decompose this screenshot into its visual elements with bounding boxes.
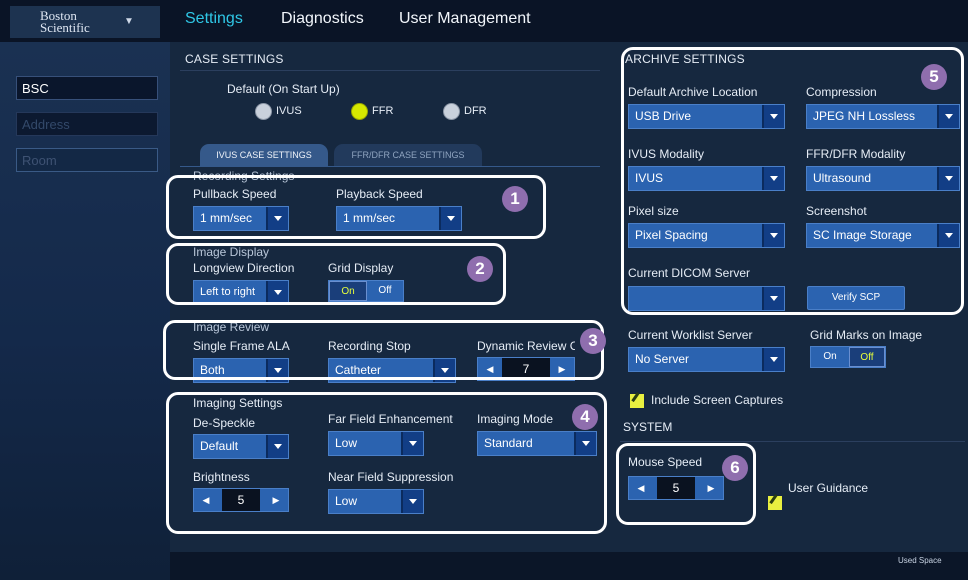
tab-ivus-case-settings[interactable]: IVUS CASE SETTINGS [200, 144, 328, 166]
divider [620, 441, 965, 442]
worklist-server-dropdown[interactable]: No Server [628, 347, 785, 372]
callout-box-2 [166, 243, 506, 305]
bottom-bar [170, 552, 968, 580]
radio-ivus-label: IVUS [276, 105, 302, 117]
include-captures-checkbox[interactable] [630, 394, 644, 408]
radio-dfr[interactable] [443, 103, 460, 120]
brand-line2: Scientific [40, 20, 90, 35]
chevron-down-icon: ▼ [124, 16, 134, 27]
worklist-server-value: No Server [635, 352, 690, 366]
user-guidance-label: User Guidance [788, 481, 869, 495]
callout-box-1 [166, 175, 546, 239]
grid-marks-off-option[interactable]: Off [849, 347, 885, 367]
radio-ivus[interactable] [255, 103, 272, 120]
brand-menu[interactable]: Boston Scientific ▼ [10, 6, 160, 38]
include-captures-label: Include Screen Captures [651, 393, 784, 407]
grid-marks-label: Grid Marks on Image [810, 328, 923, 342]
tab-user-management[interactable]: User Management [399, 10, 531, 28]
grid-marks-toggle[interactable]: On Off [810, 346, 886, 368]
callout-badge-2: 2 [467, 256, 493, 282]
callout-badge-3: 3 [580, 328, 606, 354]
callout-badge-5: 5 [921, 64, 947, 90]
callout-box-4 [166, 392, 607, 534]
radio-dfr-label: DFR [464, 105, 487, 117]
used-space-label: Used Space [898, 556, 942, 565]
radio-ffr-label: FFR [372, 105, 394, 117]
tab-ffr-dfr-case-settings[interactable]: FFR/DFR CASE SETTINGS [334, 144, 482, 166]
room-field[interactable]: Room [16, 148, 158, 172]
tab-settings[interactable]: Settings [185, 10, 243, 28]
system-title: SYSTEM [623, 420, 673, 434]
default-startup-label: Default (On Start Up) [227, 82, 340, 96]
brand-logo: Boston Scientific [40, 9, 90, 35]
callout-box-3 [163, 320, 604, 380]
tab-diagnostics[interactable]: Diagnostics [281, 10, 364, 28]
worklist-server-label: Current Worklist Server [628, 328, 753, 342]
tab-underline [180, 166, 600, 167]
address-field[interactable]: Address [16, 112, 158, 136]
divider [180, 70, 600, 71]
grid-marks-on-option[interactable]: On [811, 347, 849, 367]
callout-badge-6: 6 [722, 455, 748, 481]
case-settings-title: CASE SETTINGS [185, 52, 284, 66]
callout-badge-1: 1 [502, 186, 528, 212]
radio-ffr[interactable] [351, 103, 368, 120]
user-guidance-checkbox[interactable] [768, 496, 782, 510]
callout-box-5 [621, 47, 964, 315]
chevron-down-icon [762, 348, 784, 371]
sidebar-field-bsc[interactable]: BSC [16, 76, 158, 100]
callout-badge-4: 4 [572, 404, 598, 430]
